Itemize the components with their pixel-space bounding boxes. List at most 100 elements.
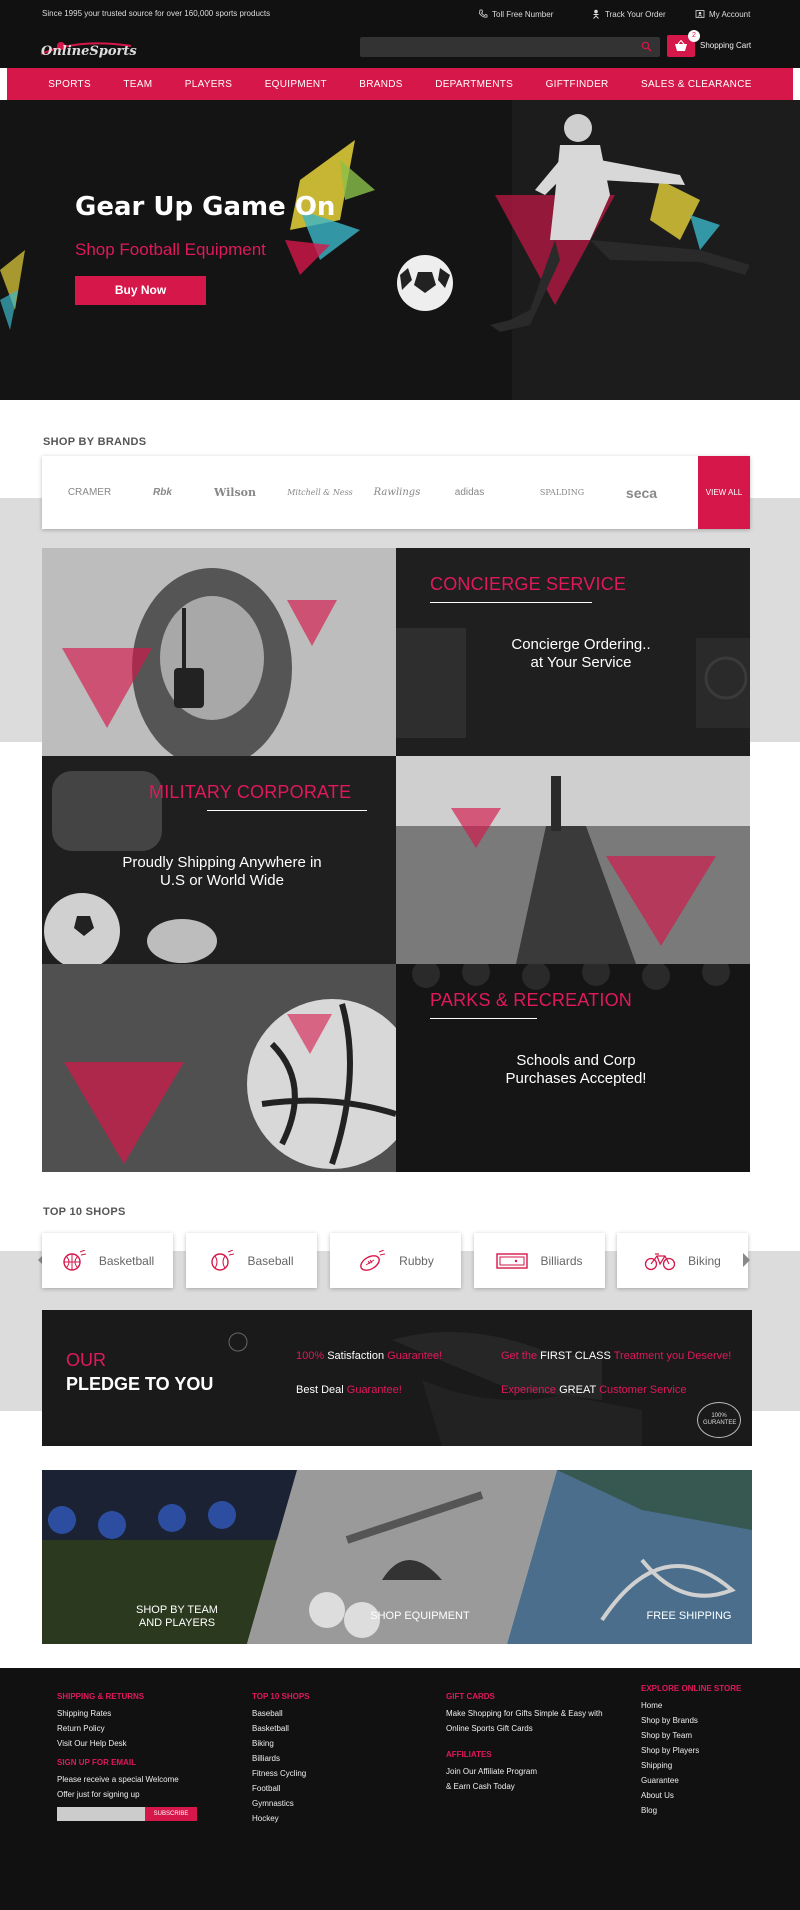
buy-now-button[interactable]: Buy Now [75, 276, 206, 305]
pledge-first-class: Get the FIRST CLASS Treatment you Deserv… [501, 1350, 731, 1362]
person-icon [593, 9, 599, 19]
top-shops-title: TOP 10 SHOPS [43, 1206, 126, 1218]
nav-item-brands[interactable]: BRANDS [359, 79, 402, 90]
brand-logo-spalding[interactable]: SPALDING [532, 456, 592, 529]
soccer-ball-image-tile [42, 964, 396, 1172]
toll-free-link[interactable]: Toll Free Number [478, 9, 553, 19]
pledge-experience: Experience [501, 1384, 557, 1396]
shop-equipment-link[interactable]: SHOP EQUIPMENT [360, 1610, 480, 1623]
nav-item-departments[interactable]: DEPARTMENTS [435, 79, 513, 90]
track-order-link[interactable]: Track Your Order [591, 9, 666, 19]
hero-title: Gear Up Game On [75, 192, 336, 222]
brand-logo-rawlings[interactable]: Rawlings [367, 456, 427, 529]
nav-item-sales[interactable]: SALES & CLEARANCE [641, 79, 752, 90]
footer-link[interactable]: Basketball [252, 1721, 310, 1736]
shop-label: Biking [688, 1253, 721, 1268]
site-logo[interactable]: OnlineSports [40, 42, 137, 59]
tagline: Since 1995 your trusted source for over … [42, 9, 271, 18]
footer-link[interactable]: About Us [641, 1788, 741, 1803]
account-icon [695, 10, 705, 18]
footer-link[interactable]: Football [252, 1781, 310, 1796]
brands-section-title: SHOP BY BRANDS [43, 436, 147, 448]
ship-image-tile [396, 756, 750, 964]
military-corporate-tile[interactable]: MILITARY CORPORATE Proudly Shipping Anyw… [42, 756, 396, 964]
footer-link[interactable]: Guarantee [641, 1773, 741, 1788]
free-shipping-link[interactable]: FREE SHIPPING [639, 1610, 739, 1623]
nav-item-giftfinder[interactable]: GIFTFINDER [546, 79, 609, 90]
shop-card-baseball[interactable]: Baseball [186, 1233, 317, 1288]
pledge-treatment: Treatment you Deserve! [613, 1350, 732, 1362]
footer-link[interactable]: Fitness Cycling [252, 1766, 310, 1781]
shop-card-biking[interactable]: Biking [617, 1233, 748, 1288]
pledge-customer-service: Customer Service [599, 1384, 687, 1396]
shop-card-rugby[interactable]: Rubby [330, 1233, 461, 1288]
pledge-banner: OUR PLEDGE TO YOU 100% Satisfaction Guar… [42, 1310, 752, 1446]
brand-logo-seca[interactable]: seca [614, 456, 669, 529]
footer-link[interactable]: Join Our Affiliate Program [446, 1764, 603, 1779]
cart-button[interactable]: 2 [667, 30, 700, 57]
ship-photo [396, 756, 750, 964]
nav-item-players[interactable]: PLAYERS [185, 79, 233, 90]
shop-by-team-link[interactable]: SHOP BY TEAM AND PLAYERS [122, 1604, 232, 1630]
parks-text-1: Schools and Corp [516, 1052, 636, 1069]
nav-item-team[interactable]: TEAM [123, 79, 152, 90]
military-text-1: Proudly Shipping Anywhere in [122, 854, 322, 871]
search-icon[interactable] [641, 41, 652, 52]
basketball-icon [63, 1249, 86, 1271]
footer-link[interactable]: Hockey [252, 1811, 310, 1826]
footer-link[interactable]: Shipping [641, 1758, 741, 1773]
email-field[interactable] [57, 1807, 145, 1821]
footer-link[interactable]: Shop by Players [641, 1743, 741, 1758]
brand-logo-mitchell-ness[interactable]: Mitchell & Ness [284, 456, 356, 529]
cart-count-badge: 2 [688, 30, 700, 42]
divider [207, 810, 367, 811]
pledge-satisfaction: 100% Satisfaction Guarantee! [296, 1350, 442, 1362]
footer-text: Offer just for signing up [57, 1790, 140, 1799]
shop-card-basketball[interactable]: Basketball [42, 1233, 173, 1288]
concierge-text-1: Concierge Ordering.. [511, 636, 651, 653]
footer-link[interactable]: Billiards [252, 1751, 310, 1766]
footer-link[interactable]: Baseball [252, 1706, 310, 1721]
footer-link[interactable]: Online Sports Gift Cards [446, 1721, 603, 1736]
view-all-brands-button[interactable]: VIEW ALL [698, 456, 750, 529]
footer-link[interactable]: Biking [252, 1736, 310, 1751]
cart-label[interactable]: Shopping Cart [700, 41, 751, 50]
brand-logo-adidas[interactable]: adidas [442, 456, 497, 529]
brand-carousel: CRAMER Rbk Wilson Mitchell & Ness Rawlin… [42, 456, 750, 529]
nav-item-equipment[interactable]: EQUIPMENT [265, 79, 327, 90]
brand-logo-cramer[interactable]: CRAMER [62, 456, 117, 529]
brand-logo-reebok[interactable]: Rbk [135, 456, 190, 529]
footer-col-top-shops: TOP 10 SHOPS Baseball Basketball Biking … [252, 1692, 310, 1826]
shop-by-team-line-2: AND PLAYERS [138, 1617, 216, 1629]
footer-link[interactable]: Visit Our Help Desk [57, 1736, 179, 1751]
pledge-great-service: Experience GREAT Customer Service [501, 1384, 686, 1396]
search-input[interactable] [360, 37, 660, 57]
divider [430, 602, 592, 603]
footer-link[interactable]: Shop by Brands [641, 1713, 741, 1728]
shop-card-billiards[interactable]: Billiards [474, 1233, 605, 1288]
basket-icon [675, 40, 687, 51]
shop-label: Rubby [399, 1253, 434, 1268]
footer-link[interactable]: Return Policy [57, 1721, 179, 1736]
footer-link[interactable]: Blog [641, 1803, 741, 1818]
concierge-title: CONCIERGE SERVICE [430, 574, 627, 594]
footer-link[interactable]: Gymnastics [252, 1796, 310, 1811]
concierge-service-tile[interactable]: CONCIERGE SERVICE Concierge Ordering.. a… [396, 548, 750, 756]
soccer-ball-photo [42, 964, 396, 1172]
header: OnlineSports 2 Shopping Cart [0, 30, 800, 68]
top-bar: Since 1995 your trusted source for over … [0, 0, 800, 30]
nav-item-sports[interactable]: SPORTS [48, 79, 91, 90]
footer-link[interactable]: Shop by Team [641, 1728, 741, 1743]
shop-label: Basketball [98, 1253, 155, 1268]
parks-title: PARKS & RECREATION [430, 990, 632, 1010]
brand-logo-wilson[interactable]: Wilson [205, 456, 265, 529]
shop-label: Baseball [247, 1253, 294, 1268]
pledge-pct: 100% [296, 1350, 325, 1362]
footer-col-gift-cards: GIFT CARDS Make Shopping for Gifts Simpl… [446, 1692, 603, 1794]
pledge-great-word: GREAT [559, 1384, 596, 1396]
footer-link[interactable]: Home [641, 1698, 741, 1713]
subscribe-button[interactable]: SUBSCRIBE [145, 1807, 197, 1821]
my-account-link[interactable]: My Account [695, 9, 750, 19]
footer-link[interactable]: Shipping Rates [57, 1706, 179, 1721]
parks-recreation-tile[interactable]: PARKS & RECREATION Schools and Corp Purc… [396, 964, 750, 1172]
